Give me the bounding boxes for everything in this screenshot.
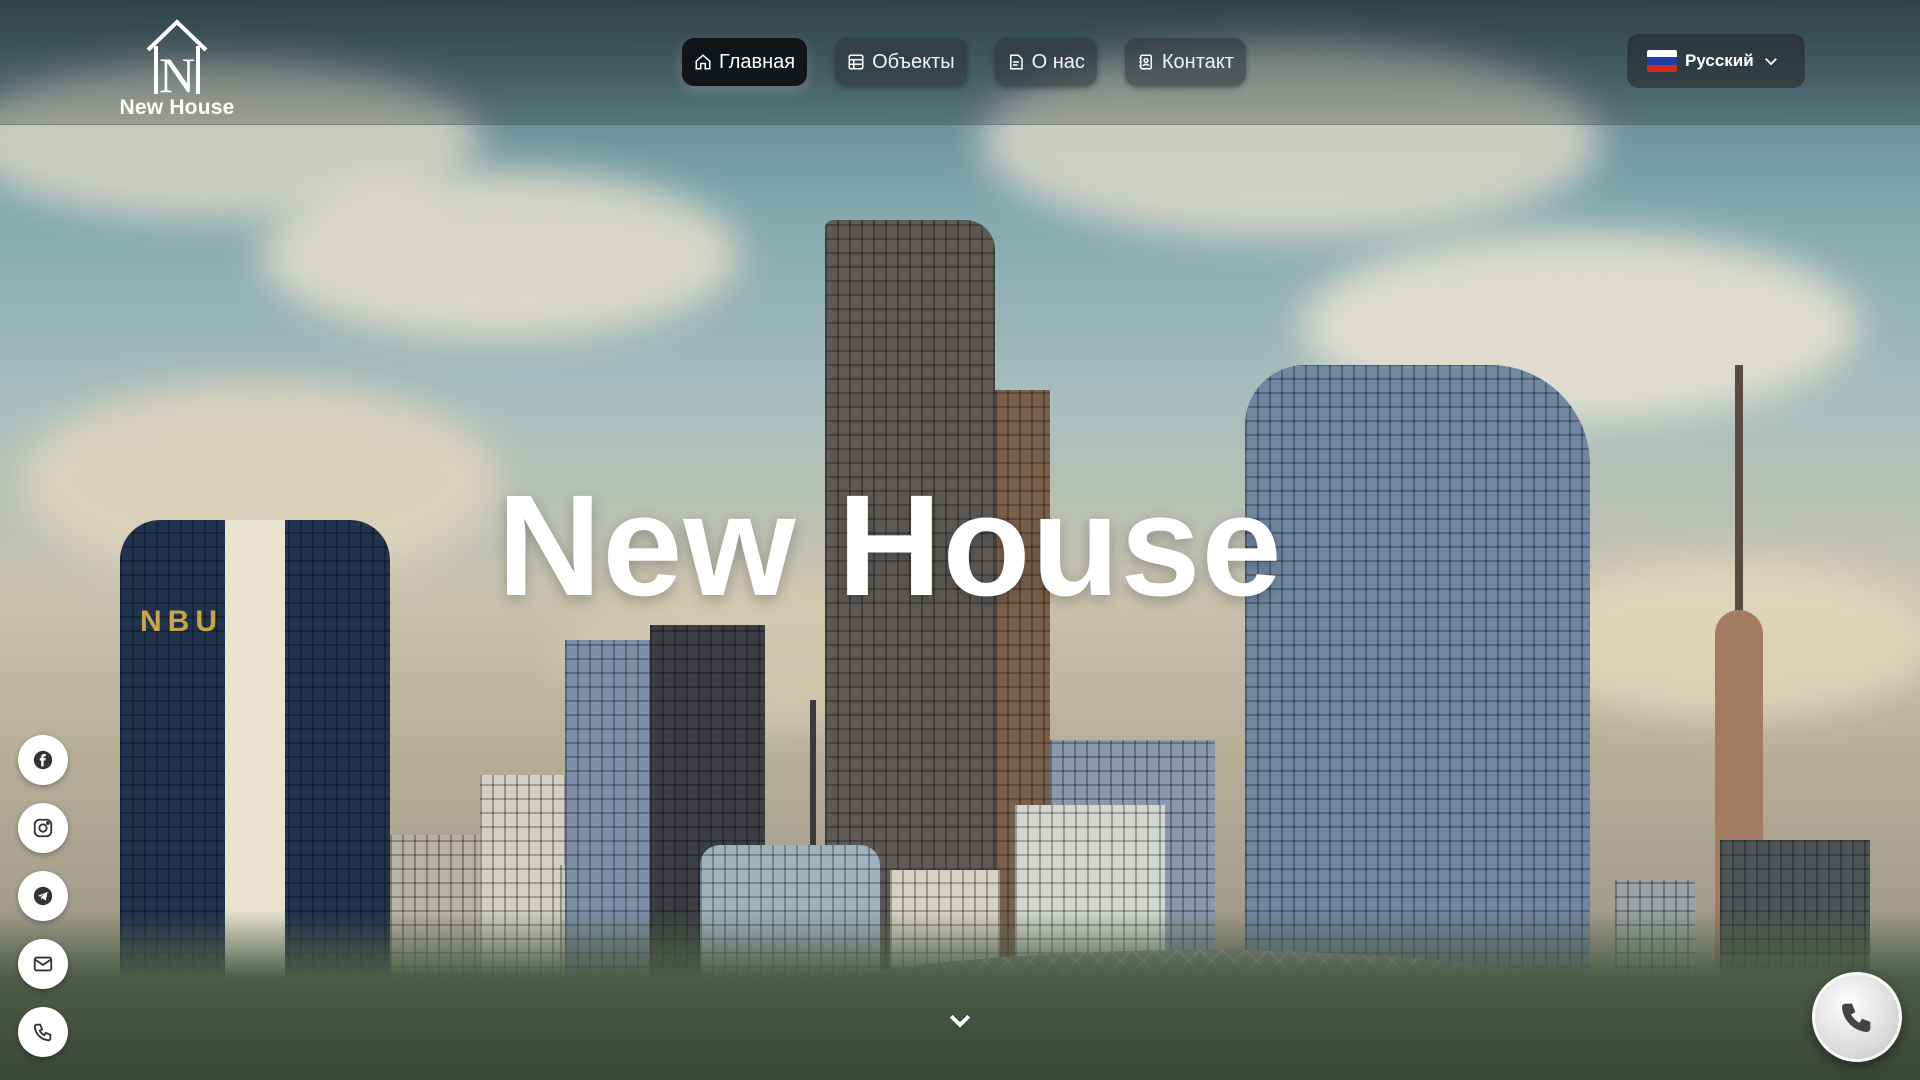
- contact-card-icon: [1139, 54, 1152, 70]
- telegram-link[interactable]: [18, 871, 68, 921]
- phone-icon: [33, 1023, 52, 1042]
- nav-label: Главная: [719, 50, 796, 73]
- language-selector[interactable]: Русский: [1627, 34, 1805, 88]
- logo-mark: N: [159, 47, 195, 96]
- building-grid-icon: [848, 54, 864, 70]
- nav-label: Объекты: [872, 50, 955, 73]
- nav-label: Контакт: [1161, 50, 1234, 73]
- nav-item-contact[interactable]: Контакт: [1124, 38, 1246, 86]
- instagram-link[interactable]: [18, 803, 68, 853]
- hero-title: New House: [497, 465, 1283, 626]
- call-button[interactable]: [1812, 972, 1902, 1062]
- social-links: [18, 735, 68, 1057]
- chevron-down-icon: [1764, 58, 1777, 66]
- brand-name: New House: [119, 96, 235, 119]
- telegram-icon: [33, 886, 53, 906]
- scroll-down-button[interactable]: [945, 1005, 975, 1035]
- nav-item-about[interactable]: О нас: [994, 38, 1097, 86]
- russia-flag-icon: [1647, 50, 1677, 72]
- main-nav: Главная Объекты О нас Контакт: [682, 38, 1246, 86]
- mail-icon: [33, 956, 53, 972]
- nav-item-home[interactable]: Главная: [682, 38, 808, 86]
- mail-link[interactable]: [18, 939, 68, 989]
- nav-label: О нас: [1031, 50, 1085, 73]
- brand-logo[interactable]: N New House: [112, 16, 242, 120]
- chevron-down-icon: [949, 1014, 971, 1028]
- instagram-icon: [33, 818, 53, 838]
- home-icon: [695, 54, 711, 70]
- phone-link[interactable]: [18, 1007, 68, 1057]
- language-label: Русский: [1685, 51, 1754, 70]
- phone-icon: [1842, 1003, 1871, 1032]
- facebook-icon: [33, 750, 53, 770]
- house-logo-icon: N: [146, 19, 208, 96]
- document-icon: [1009, 54, 1023, 70]
- facebook-link[interactable]: [18, 735, 68, 785]
- nav-item-objects[interactable]: Объекты: [835, 38, 967, 86]
